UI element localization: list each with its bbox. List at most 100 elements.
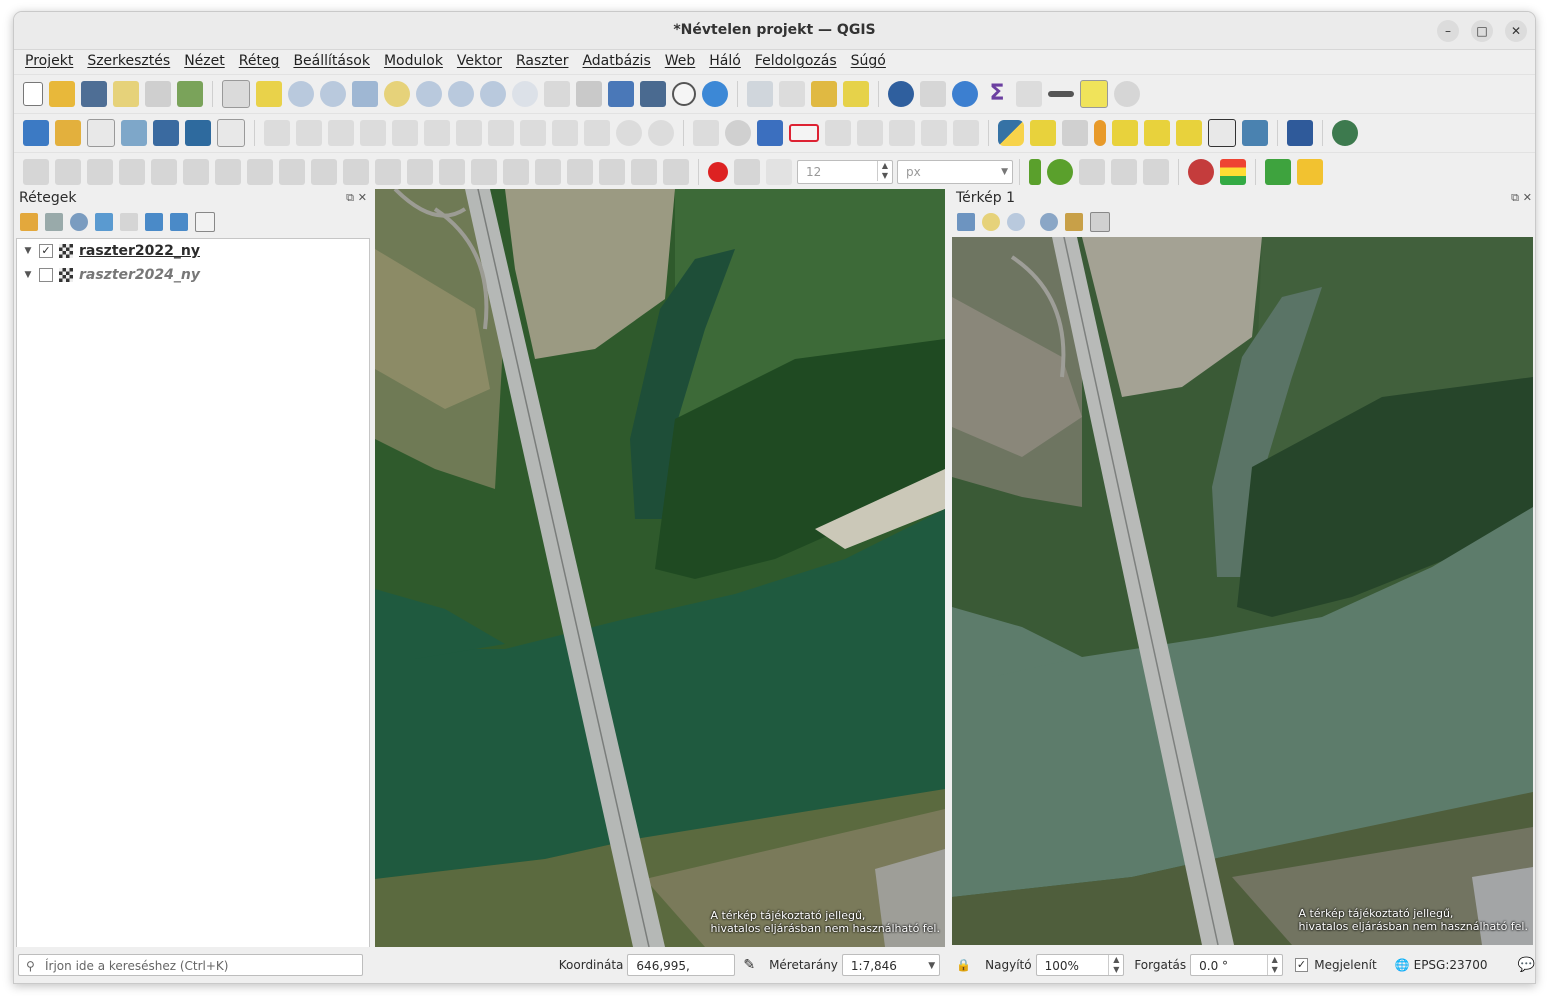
zoom-to-layer-icon[interactable]	[1007, 213, 1025, 231]
measure-angle-icon[interactable]	[23, 159, 49, 185]
locator-search-input[interactable]: ⚲ Írjon ide a kereséshez (Ctrl+K)	[18, 954, 363, 976]
delete-ring-icon[interactable]	[151, 159, 177, 185]
add-virtual-layer-icon[interactable]	[153, 120, 179, 146]
manage-visibility-icon[interactable]	[70, 213, 88, 231]
save-edits-icon[interactable]	[328, 120, 354, 146]
layer-item-raszter2022[interactable]: ▼ ✓ raszter2022_ny	[17, 239, 369, 263]
layer-item-raszter2024[interactable]: ▼ raszter2024_ny	[17, 263, 369, 287]
lock-scale-icon[interactable]: 🔒	[956, 958, 971, 972]
vertex-tool-icon[interactable]	[424, 120, 450, 146]
trim-extend-icon[interactable]	[599, 159, 625, 185]
new-map-view-icon[interactable]	[544, 81, 570, 107]
zoom-to-selection-icon[interactable]	[384, 81, 410, 107]
georeferencer-icon[interactable]	[1332, 120, 1358, 146]
split-features-icon[interactable]	[311, 159, 337, 185]
coordinate-field[interactable]: 646,995, 227,479	[627, 954, 736, 983]
python-console-icon[interactable]	[998, 120, 1024, 146]
unplaced-labels-icon[interactable]	[789, 124, 819, 142]
reverse-line-icon[interactable]	[279, 159, 305, 185]
zoom-full-icon[interactable]	[957, 213, 975, 231]
zoom-full-icon[interactable]	[352, 81, 378, 107]
add-raster-icon[interactable]	[185, 120, 211, 146]
magnifier-spinbox[interactable]: 100% ▲ ▼	[1035, 954, 1125, 976]
render-checkbox[interactable]: ✓	[1294, 958, 1309, 972]
close-panel-icon[interactable]: ✕	[358, 187, 367, 209]
delete-part-icon[interactable]	[183, 159, 209, 185]
statistics-sigma-icon[interactable]: Σ	[984, 81, 1010, 107]
open-table-icon[interactable]	[1016, 81, 1042, 107]
fuzzy-tool-icon[interactable]	[1030, 120, 1056, 146]
merge-features-icon[interactable]	[375, 159, 401, 185]
move-feature-icon[interactable]	[535, 159, 561, 185]
crs-label[interactable]: EPSG:23700	[1414, 958, 1488, 972]
close-button[interactable]: ✕	[1505, 20, 1527, 42]
current-edits-icon[interactable]	[296, 120, 322, 146]
menu-adatbazis[interactable]: Adatbázis	[575, 50, 657, 74]
map-swipe-icon[interactable]	[1242, 120, 1268, 146]
cut-features-icon[interactable]	[520, 120, 546, 146]
float-panel-icon[interactable]: ⧉	[346, 187, 354, 209]
menu-szerkesztes[interactable]: Szerkesztés	[80, 50, 177, 74]
remove-layer-icon[interactable]	[195, 212, 215, 232]
merge-attributes-icon[interactable]	[407, 159, 433, 185]
paste-features-icon[interactable]	[584, 120, 610, 146]
attribute-table-icon[interactable]	[920, 81, 946, 107]
toggle-editing-icon[interactable]	[264, 120, 290, 146]
snapping-magnet-icon[interactable]	[708, 162, 728, 182]
layout-manager-icon[interactable]	[145, 81, 171, 107]
crs-globe-icon[interactable]: 🌐	[1395, 958, 1410, 972]
menu-halo[interactable]: Háló	[702, 50, 748, 74]
offset-curve-icon[interactable]	[247, 159, 273, 185]
pan-map-icon[interactable]	[222, 80, 250, 108]
add-group-icon[interactable]	[45, 213, 63, 231]
zoom-in-icon[interactable]	[288, 81, 314, 107]
new-project-icon[interactable]	[23, 82, 43, 106]
layer-stack-icon[interactable]	[1220, 159, 1246, 185]
float-panel-icon[interactable]: ⧉	[1511, 187, 1519, 209]
menu-sugo[interactable]: Súgó	[844, 50, 893, 74]
menu-web[interactable]: Web	[658, 50, 703, 74]
refresh-icon[interactable]	[702, 81, 728, 107]
zoom-last-icon[interactable]	[480, 81, 506, 107]
new-shapefile-layer-icon[interactable]	[87, 119, 115, 147]
add-point-icon[interactable]	[392, 120, 418, 146]
bookmark-icon[interactable]	[608, 81, 634, 107]
simplify-icon[interactable]	[471, 159, 497, 185]
maximize-button[interactable]: □	[1471, 20, 1493, 42]
undo-icon[interactable]	[616, 120, 642, 146]
locator-icon[interactable]	[1114, 81, 1140, 107]
measure-line-icon[interactable]	[1048, 91, 1074, 97]
snapping-unit-select[interactable]: px ▼	[897, 160, 1013, 184]
deselect-all-icon[interactable]	[811, 81, 837, 107]
split-parts-icon[interactable]	[343, 159, 369, 185]
copy-features-icon[interactable]	[552, 120, 578, 146]
mouse-coordinate-toggle-icon[interactable]: ✎	[743, 957, 755, 973]
scale-select[interactable]: 1:7,846 ▼	[841, 954, 941, 976]
delete-selected-icon[interactable]	[488, 120, 514, 146]
change-label-icon[interactable]	[953, 120, 979, 146]
menu-reteg[interactable]: Réteg	[232, 50, 287, 74]
rotation-spinbox[interactable]: 0.0 ° ▲ ▼	[1190, 954, 1283, 976]
vertex-editor-icon[interactable]	[503, 159, 529, 185]
open-styling-icon[interactable]	[20, 213, 38, 231]
add-ring-icon[interactable]	[55, 159, 81, 185]
menu-projekt[interactable]: Projekt	[18, 50, 80, 74]
identify-features-icon[interactable]	[888, 81, 914, 107]
new-3d-view-icon[interactable]	[576, 81, 602, 107]
help-icon[interactable]	[1287, 120, 1313, 146]
snap-intersection-icon[interactable]	[1079, 159, 1105, 185]
expand-arrow-icon[interactable]: ▼	[21, 270, 35, 280]
secondary-map-canvas[interactable]: A térkép tájékoztató jellegű, hivatalos …	[952, 237, 1533, 945]
processing-toolbox-icon[interactable]	[1297, 159, 1323, 185]
main-map-canvas[interactable]: A térkép tájékoztató jellegű, hivatalos …	[375, 189, 945, 947]
collapse-all-icon[interactable]	[170, 213, 188, 231]
add-vector-icon[interactable]	[217, 119, 245, 147]
menu-feldolgozas[interactable]: Feldolgozás	[748, 50, 844, 74]
snapping-tolerance-input[interactable]: 12 ▲ ▼	[797, 160, 893, 184]
map-search-icon[interactable]	[1208, 119, 1236, 147]
close-panel-icon[interactable]: ✕	[1523, 187, 1532, 209]
snapping-options-icon[interactable]	[734, 159, 760, 185]
layer-labeling-icon[interactable]	[725, 120, 751, 146]
zoom-next-icon[interactable]	[512, 81, 538, 107]
menu-vektor[interactable]: Vektor	[450, 50, 509, 74]
